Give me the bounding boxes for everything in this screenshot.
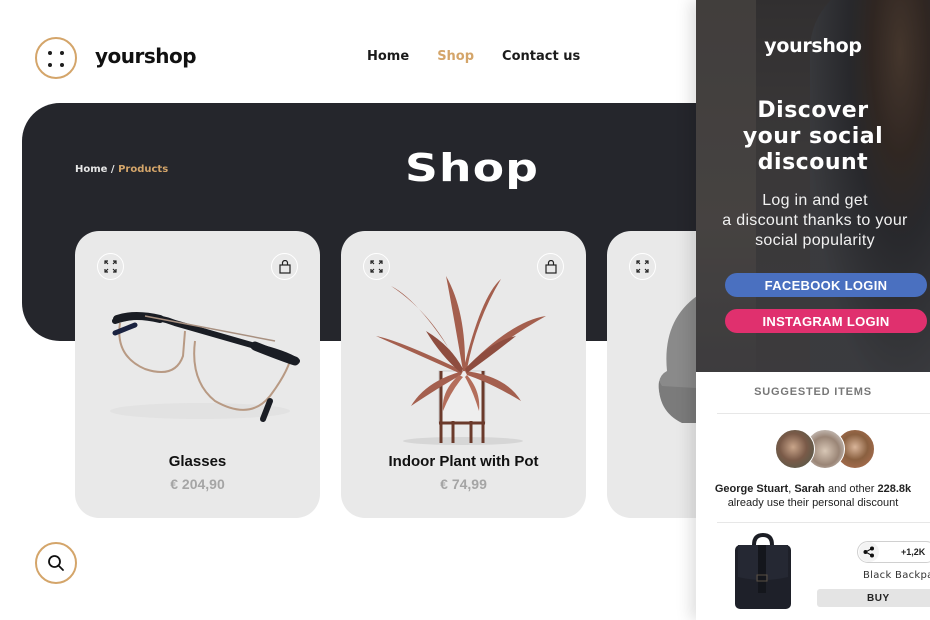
divider	[717, 413, 930, 414]
user-count: 228.8k	[877, 483, 912, 495]
breadcrumb-current: Products	[118, 164, 169, 175]
share-icon	[859, 542, 879, 562]
breadcrumb: Home / Products	[75, 164, 168, 175]
nav-contact[interactable]: Contact us	[502, 49, 580, 64]
menu-dot	[60, 63, 64, 67]
product-name[interactable]: Glasses	[75, 453, 320, 470]
social-proof-text: George Stuart, Sarah and other 228.8k al…	[696, 482, 930, 510]
four-dots-menu-icon	[48, 51, 52, 55]
connector-text: and other	[824, 483, 878, 495]
title-line: discount	[757, 150, 869, 175]
menu-dot	[48, 63, 52, 67]
instagram-login-button[interactable]: INSTAGRAM LOGIN	[725, 309, 927, 333]
title-line: your social	[742, 124, 884, 149]
product-price: € 204,90	[170, 476, 225, 492]
user-name: Sarah	[794, 483, 825, 495]
product-price: € 74,99	[440, 476, 487, 492]
search-button[interactable]	[35, 542, 77, 584]
buy-button[interactable]: BUY	[817, 589, 930, 607]
subtitle-line: social popularity	[755, 232, 875, 249]
social-discount-panel: yourshop Discover your social discount L…	[696, 0, 930, 620]
page-title: Shop	[405, 146, 540, 190]
share-button[interactable]: +1,2K	[857, 541, 930, 563]
share-count: +1,2K	[901, 547, 926, 557]
social-proof-line: already use their personal discount	[727, 497, 899, 509]
shop-page: yourshop Home Shop Contact us Home / Pro…	[0, 0, 930, 620]
breadcrumb-separator: /	[107, 164, 119, 175]
nav-home[interactable]: Home	[367, 49, 409, 64]
facebook-login-button[interactable]: FACEBOOK LOGIN	[725, 273, 927, 297]
plant-image	[376, 276, 546, 445]
brand-logo[interactable]: yourshop	[95, 44, 197, 68]
nav-shop[interactable]: Shop	[437, 49, 474, 64]
product-card[interactable]: Glasses € 204,90	[75, 231, 320, 518]
title-line: Discover	[757, 98, 869, 123]
product-name[interactable]: Indoor Plant with Pot	[341, 453, 586, 470]
menu-button[interactable]	[35, 37, 77, 79]
user-name: George Stuart	[714, 483, 789, 495]
backpack-image	[735, 533, 791, 609]
product-card[interactable]: Indoor Plant with Pot € 74,99	[341, 231, 586, 518]
subtitle-line: a discount thanks to your	[722, 212, 908, 229]
glasses-image	[110, 312, 300, 422]
panel-subtitle: Log in and get a discount thanks to your…	[690, 191, 930, 251]
main-nav: Home Shop Contact us	[367, 49, 580, 64]
search-icon	[48, 555, 64, 571]
suggested-items-heading: SUGGESTED ITEMS	[754, 386, 872, 398]
avatar	[775, 429, 815, 469]
divider	[717, 522, 930, 523]
menu-dot	[60, 51, 64, 55]
avatar-group	[775, 429, 875, 471]
subtitle-line: Log in and get	[762, 192, 868, 209]
panel-title: Discover your social discount	[696, 98, 930, 176]
suggested-item-name[interactable]: Black Backpack	[863, 570, 930, 581]
panel-brand: yourshop	[764, 35, 862, 57]
breadcrumb-home[interactable]: Home	[75, 164, 107, 175]
